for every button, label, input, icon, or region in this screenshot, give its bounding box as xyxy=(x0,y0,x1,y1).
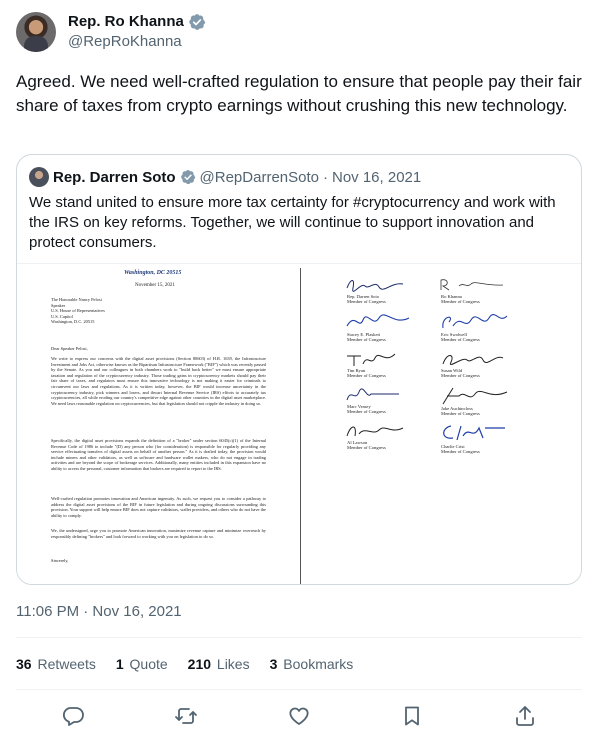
quoted-handle: @RepDarrenSoto xyxy=(199,168,319,186)
quoted-avatar xyxy=(29,167,49,187)
signatory-role: Member of Congress xyxy=(441,411,480,417)
quoted-display-name: Rep. Darren Soto xyxy=(53,168,176,186)
bookmark-icon[interactable] xyxy=(400,704,424,728)
letterhead: Washington, DC 20515 xyxy=(124,270,182,276)
quotes-stat[interactable]: 1 Quote xyxy=(116,656,168,672)
avatar[interactable] xyxy=(16,12,56,52)
author-names: Rep. Ro Khanna @RepRoKhanna xyxy=(68,12,206,52)
letter-closing: Sincerely, xyxy=(51,558,69,563)
likes-stat[interactable]: 210 Likes xyxy=(188,656,250,672)
signatory-role: Member of Congress xyxy=(441,337,480,343)
signature-graphic xyxy=(346,280,404,292)
signature-block: Marc Veasey Member of Congress xyxy=(345,386,435,414)
letter-image[interactable]: Washington, DC 20515 November 15, 2021 T… xyxy=(17,263,581,584)
quoted-date: Nov 16, 2021 xyxy=(331,168,422,186)
signatory-role: Member of Congress xyxy=(347,299,386,305)
author-handle[interactable]: @RepRoKhanna xyxy=(68,32,206,52)
verified-badge-icon xyxy=(180,169,195,185)
signatory-role: Member of Congress xyxy=(441,299,480,305)
signature-graphic xyxy=(442,355,504,365)
signature-block: Ro Khanna Member of Congress xyxy=(439,276,529,304)
retweets-stat[interactable]: 36 Retweets xyxy=(16,656,96,672)
quoted-text: We stand united to ensure more tax certa… xyxy=(29,194,556,251)
letter-divider xyxy=(300,268,301,584)
like-icon[interactable] xyxy=(287,704,311,728)
quoted-tweet[interactable]: Rep. Darren Soto @RepDarrenSoto · Nov 16… xyxy=(16,154,582,585)
signature-block: Susan Wild Member of Congress xyxy=(439,350,529,378)
signature-block: Stacey E. Plaskett Member of Congress xyxy=(345,312,435,342)
signature-graphic xyxy=(346,314,410,327)
quoted-separator: · xyxy=(322,168,328,186)
signature-graphic xyxy=(442,314,508,329)
signature-block: Al Lawson Member of Congress xyxy=(345,422,435,450)
share-icon[interactable] xyxy=(513,704,537,728)
signatory-role: Member of Congress xyxy=(347,373,386,379)
signatory-role: Member of Congress xyxy=(347,337,386,343)
reply-icon[interactable] xyxy=(61,704,85,728)
divider xyxy=(16,637,582,638)
letter-paragraph: Specifically, the digital asset provisio… xyxy=(51,438,266,471)
signature-graphic xyxy=(440,279,504,291)
signatory-role: Member of Congress xyxy=(441,373,480,379)
signatory-role: Member of Congress xyxy=(441,449,480,455)
bookmarks-stat[interactable]: 3 Bookmarks xyxy=(270,656,354,672)
verified-badge-icon xyxy=(189,14,206,30)
signature-block: Eric Swalwell Member of Congress xyxy=(439,312,529,342)
signature-block: Jake Auchincloss Member of Congress xyxy=(439,386,529,416)
signature-graphic xyxy=(346,388,399,401)
tweet-timestamp[interactable]: 11:06 PM · Nov 16, 2021 xyxy=(16,603,182,620)
signature-graphic xyxy=(347,353,396,366)
signatory-role: Member of Congress xyxy=(347,445,386,451)
signature-block: Rep. Darren Soto Member of Congress xyxy=(345,276,435,304)
author-display-name[interactable]: Rep. Ro Khanna xyxy=(68,12,206,32)
letter-salutation: Dear Speaker Pelosi, xyxy=(51,346,88,351)
retweet-icon[interactable] xyxy=(174,704,198,728)
letter-paragraph: Well-crafted regulation promotes innovat… xyxy=(51,496,266,518)
signature-block: Tim Ryan Member of Congress xyxy=(345,350,435,378)
signatory-role: Member of Congress xyxy=(347,409,386,415)
tweet-text: Agreed. We need well-crafted regulation … xyxy=(16,72,582,115)
signature-graphic xyxy=(442,387,508,405)
engagement-stats: 36 Retweets 1 Quote 210 Likes 3 Bookmark… xyxy=(16,656,353,672)
letter-date: November 15, 2021 xyxy=(135,283,175,288)
signature-graphic xyxy=(443,425,505,441)
signature-graphic xyxy=(346,426,404,437)
action-bar xyxy=(0,704,598,728)
letter-address: The Honorable Nancy Pelosi Speaker U.S. … xyxy=(51,297,105,325)
letter-paragraph: We write to express our concerns with th… xyxy=(51,356,266,406)
quoted-tweet-header: Rep. Darren Soto @RepDarrenSoto · Nov 16… xyxy=(29,167,421,187)
letter-paragraph: We, the undersigned, urge you to promote… xyxy=(51,528,266,539)
divider xyxy=(16,689,582,690)
signature-block: Charlie Crist Member of Congress xyxy=(439,422,529,454)
tweet-header: Rep. Ro Khanna @RepRoKhanna xyxy=(16,12,206,52)
